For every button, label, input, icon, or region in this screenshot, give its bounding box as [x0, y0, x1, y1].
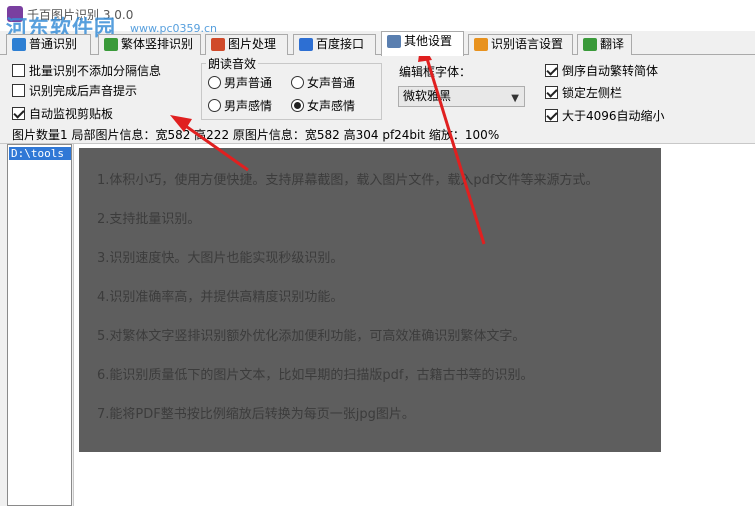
checkbox-label: 锁定左侧栏 — [562, 85, 623, 100]
checkbox-box[interactable] — [12, 106, 25, 120]
tab-image-processing[interactable]: 图片处理 — [205, 34, 288, 55]
checkbox-lock-sidebar[interactable]: 锁定左侧栏 — [545, 83, 622, 101]
radio-dot[interactable] — [208, 75, 221, 89]
checkbox-label: 自动监视剪贴板 — [29, 106, 114, 121]
preview-text-line: 5.对繁体文字竖排识别额外优化添加便利功能，可高效准确识别繁体文字。 — [97, 329, 526, 344]
radio-dot[interactable] — [291, 98, 304, 112]
folder-tree[interactable]: D:\tools — [7, 144, 72, 506]
palette-icon — [211, 38, 225, 51]
translate-icon — [583, 38, 597, 51]
checkbox-monitor-clipboard[interactable]: 自动监视剪贴板 — [12, 104, 113, 122]
image-info-status: 图片数量1 局部图片信息：宽582 高222 原图片信息：宽582 高304 p… — [0, 126, 755, 144]
tab-label: 图片处理 — [228, 37, 277, 51]
checkbox-auto-simplify[interactable]: 倒序自动繁转简体 — [545, 61, 658, 79]
radio-label: 女声普通 — [307, 75, 356, 90]
tab-language-settings[interactable]: 识别语言设置 — [468, 34, 573, 55]
checkbox-box[interactable] — [545, 85, 558, 99]
tab-strip: 普通识别 繁体竖排识别 图片处理 百度接口 其他设置 识别语言设置 翻译 — [0, 31, 755, 56]
chevron-down-icon[interactable]: ▼ — [511, 89, 519, 108]
preview-text-line: 1.体积小巧，使用方便快捷。支持屏幕截图，载入图片文件，载入pdf文件等来源方式… — [97, 173, 599, 188]
tab-label: 其他设置 — [404, 34, 453, 48]
radio-dot[interactable] — [208, 98, 221, 112]
radio-female-emotion[interactable]: 女声感情 — [291, 96, 355, 114]
tab-label: 翻译 — [600, 37, 625, 51]
preview-text-line: 2.支持批量识别。 — [97, 212, 201, 227]
voice-effect-title: 朗读音效 — [206, 55, 259, 72]
editor-font-value: 微软雅黑 — [403, 89, 452, 103]
app-window: 千百图片识别 3.0.0 河东软件园 www.pc0359.cn 普通识别 繁体… — [0, 0, 755, 506]
document-icon — [104, 38, 118, 51]
network-icon — [299, 38, 313, 51]
tab-normal-ocr[interactable]: 普通识别 — [6, 34, 91, 55]
tab-traditional-vertical[interactable]: 繁体竖排识别 — [98, 34, 201, 55]
tab-label: 百度接口 — [316, 37, 365, 51]
checkbox-box[interactable] — [12, 63, 25, 77]
checkbox-label: 识别完成后声音提示 — [29, 83, 138, 98]
checkbox-box[interactable] — [545, 63, 558, 77]
checkbox-label: 倒序自动繁转简体 — [562, 63, 659, 78]
preview-text-line: 7.能将PDF整书按比例缩放后转换为每页一张jpg图片。 — [97, 407, 415, 422]
checkbox-auto-shrink[interactable]: 大于4096自动缩小 — [545, 106, 665, 124]
radio-dot[interactable] — [291, 75, 304, 89]
tab-baidu-api[interactable]: 百度接口 — [293, 34, 376, 55]
settings-icon — [387, 35, 401, 48]
checkbox-box[interactable] — [545, 108, 558, 122]
radio-male-emotion[interactable]: 男声感情 — [208, 96, 272, 114]
tree-item-folder[interactable]: D:\tools — [9, 147, 71, 160]
image-icon — [12, 38, 26, 51]
editor-font-select[interactable]: 微软雅黑 ▼ — [398, 86, 525, 107]
radio-label: 男声普通 — [224, 75, 273, 90]
preview-text-line: 4.识别准确率高，并提供高精度识别功能。 — [97, 290, 344, 305]
radio-male-normal[interactable]: 男声普通 — [208, 73, 272, 91]
editor-font-label: 编辑框字体： — [399, 65, 472, 79]
radio-label: 男声感情 — [224, 98, 273, 113]
preview-image: 1.体积小巧，使用方便快捷。支持屏幕截图，载入图片文件，载入pdf文件等来源方式… — [79, 148, 661, 452]
checkbox-label: 批量识别不添加分隔信息 — [29, 63, 162, 78]
radio-label: 女声感情 — [307, 98, 356, 113]
rss-icon — [474, 38, 488, 51]
preview-text-line: 3.识别速度快。大图片也能实现秒级识别。 — [97, 251, 344, 266]
tab-label: 普通识别 — [29, 37, 78, 51]
preview-text-line: 6.能识别质量低下的图片文本，比如早期的扫描版pdf，古籍古书等的识别。 — [97, 368, 534, 383]
tab-other-settings[interactable]: 其他设置 — [381, 31, 464, 56]
tab-label: 繁体竖排识别 — [121, 37, 194, 51]
checkbox-no-separator[interactable]: 批量识别不添加分隔信息 — [12, 61, 161, 79]
checkbox-box[interactable] — [12, 83, 25, 97]
checkbox-sound-notify[interactable]: 识别完成后声音提示 — [12, 81, 137, 99]
tab-label: 识别语言设置 — [491, 37, 564, 51]
checkbox-label: 大于4096自动缩小 — [562, 108, 665, 123]
radio-female-normal[interactable]: 女声普通 — [291, 73, 355, 91]
title-bar: 千百图片识别 3.0.0 河东软件园 www.pc0359.cn — [0, 0, 755, 40]
tab-translate[interactable]: 翻译 — [577, 34, 632, 55]
